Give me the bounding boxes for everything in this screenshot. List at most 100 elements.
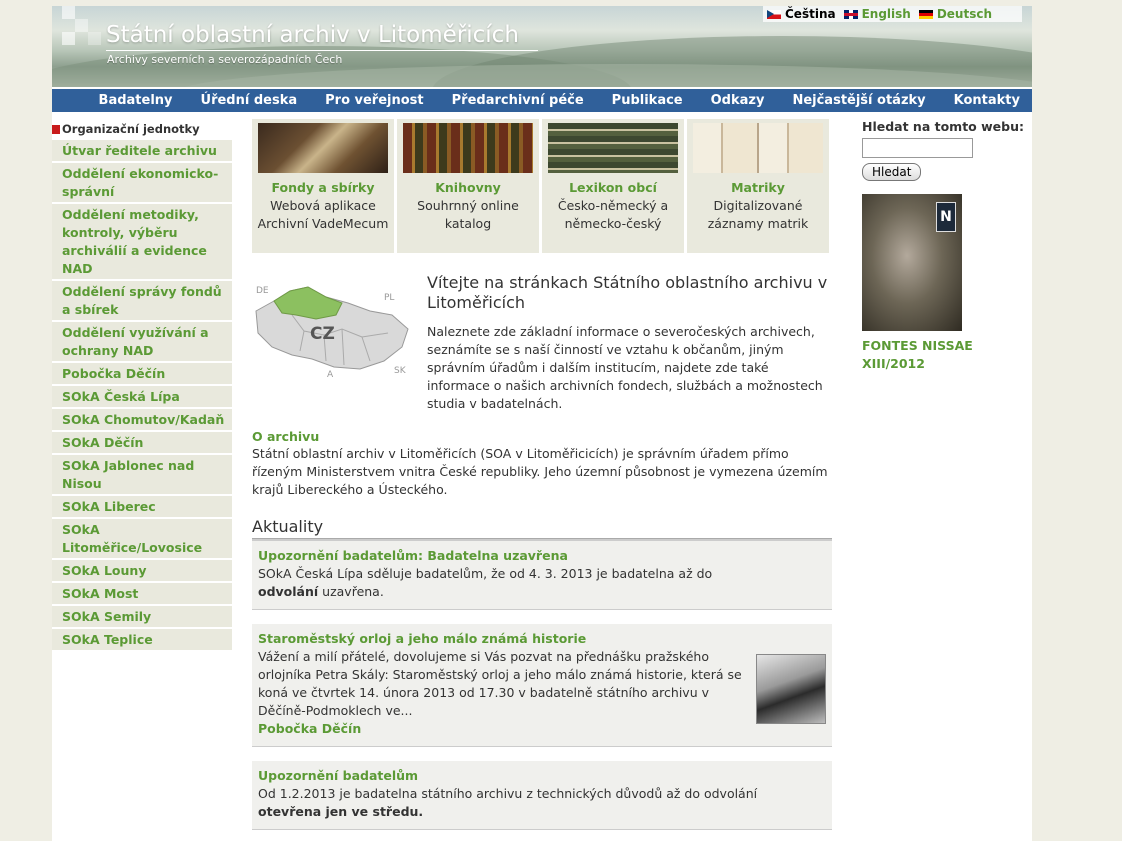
sidebar-item[interactable]: Oddělení ekonomicko-správní xyxy=(52,163,232,204)
tile-lexikon[interactable]: Lexikon obcí Česko-německý a německo-čes… xyxy=(542,119,684,253)
nav-uredni-deska[interactable]: Úřední deska xyxy=(201,93,298,108)
nav-odkazy[interactable]: Odkazy xyxy=(711,93,765,108)
sidebar-heading: Organizační jednotky xyxy=(52,119,232,140)
news-title[interactable]: Upozornění badatelům: Badatelna uzavřena xyxy=(258,547,826,565)
main-nav: Badatelny Úřední deska Pro veřejnost Pře… xyxy=(52,89,1032,112)
logo-square xyxy=(62,6,75,19)
page: Státní oblastní archiv v Litoměřicích Ar… xyxy=(52,6,1032,841)
czech-map-image[interactable]: DE PL CZ A SK xyxy=(252,281,412,381)
tile-fondy[interactable]: Fondy a sbírky Webová aplikace Archivní … xyxy=(252,119,394,253)
lang-english[interactable]: English xyxy=(843,7,911,21)
news-text: Od 1.2.2013 je badatelna státního archiv… xyxy=(258,786,758,819)
header-banner: Státní oblastní archiv v Litoměřicích Ar… xyxy=(52,6,1032,87)
sidebar-heading-label: Organizační jednotky xyxy=(62,122,200,136)
news-bold: otevřena jen ve středu. xyxy=(258,804,424,819)
map-label-sk: SK xyxy=(394,366,407,376)
about-text: Státní oblastní archiv v Litoměřicích (S… xyxy=(252,446,828,497)
logo-square xyxy=(88,32,101,45)
site-title[interactable]: Státní oblastní archiv v Litoměřicích xyxy=(106,22,519,48)
book-logo-icon: N xyxy=(936,202,956,232)
lang-label: Čeština xyxy=(785,7,836,21)
flag-de-icon xyxy=(918,9,933,19)
sidebar-item[interactable]: SOkA Česká Lípa xyxy=(52,386,232,409)
sidebar-item[interactable]: Pobočka Děčín xyxy=(52,363,232,386)
news-title[interactable]: Staroměstský orloj a jeho málo známá his… xyxy=(258,630,742,648)
lang-czech[interactable]: Čeština xyxy=(767,7,836,21)
news-heading: Aktuality xyxy=(252,517,832,539)
bullet-icon xyxy=(52,124,60,134)
right-column: Hledat na tomto webu: Hledat N FONTES NI… xyxy=(862,119,1032,373)
news-item: Upozornění badatelům: Badatelna uzavřena… xyxy=(252,541,832,610)
welcome-text: Naleznete zde základní informace o sever… xyxy=(427,324,823,411)
title-underline xyxy=(106,50,538,51)
news-list: Upozornění badatelům: Badatelna uzavřena… xyxy=(252,539,832,830)
sidebar-item[interactable]: Oddělení metodiky, kontroly, výběru arch… xyxy=(52,204,232,281)
tiles: Fondy a sbírky Webová aplikace Archivní … xyxy=(252,119,832,253)
news-item: Upozornění badatelům Od 1.2.2013 je bada… xyxy=(252,761,832,830)
news-text: Vážení a milí přátelé, dovolujeme si Vás… xyxy=(258,649,742,718)
search-input[interactable] xyxy=(862,138,973,158)
tile-desc: Digitalizované záznamy matrik xyxy=(707,198,809,231)
sidebar-item[interactable]: Oddělení využívání a ochrany NAD xyxy=(52,322,232,363)
map-label-cz: CZ xyxy=(310,324,335,344)
tile-image[interactable] xyxy=(258,123,388,173)
book-cover-image[interactable]: N xyxy=(862,194,962,331)
sidebar-item[interactable]: SOkA Semily xyxy=(52,606,232,629)
sidebar-item[interactable]: SOkA Chomutov/Kadaň xyxy=(52,409,232,432)
sidebar-item[interactable]: Oddělení správy fondů a sbírek xyxy=(52,281,232,322)
news-item: Staroměstský orloj a jeho málo známá his… xyxy=(252,624,832,747)
welcome-section: DE PL CZ A SK Vítejte na stránkach Státn… xyxy=(252,269,832,421)
news-thumbnail-image[interactable] xyxy=(756,654,826,724)
map-label-a: A xyxy=(327,370,334,380)
sidebar: Organizační jednotky Útvar ředitele arch… xyxy=(52,119,232,652)
map-label-de: DE xyxy=(256,286,269,296)
news-text: SOkA Česká Lípa sděluje badatelům, že od… xyxy=(258,566,713,599)
map-label-pl: PL xyxy=(384,293,394,303)
nav-publikace[interactable]: Publikace xyxy=(612,93,683,108)
tile-image[interactable] xyxy=(403,123,533,173)
site-subtitle: Archivy severních a severozápadních Čech xyxy=(107,53,343,66)
sidebar-item[interactable]: SOkA Děčín xyxy=(52,432,232,455)
welcome-title: Vítejte na stránkach Státního oblastního… xyxy=(427,273,828,312)
logo-square xyxy=(75,19,88,32)
nav-predarchivni-pece[interactable]: Předarchivní péče xyxy=(452,93,584,108)
flag-uk-icon xyxy=(843,9,858,19)
main-content: Fondy a sbírky Webová aplikace Archivní … xyxy=(252,119,832,841)
tile-title[interactable]: Matriky xyxy=(687,179,829,197)
sidebar-item[interactable]: SOkA Liberec xyxy=(52,496,232,519)
lang-german[interactable]: Deutsch xyxy=(918,7,993,21)
lang-label: Deutsch xyxy=(936,7,993,21)
tile-desc: Webová aplikace Archivní VadeMecum xyxy=(257,198,389,231)
search-label: Hledat na tomto webu: xyxy=(862,119,1024,134)
sidebar-item[interactable]: SOkA Teplice xyxy=(52,629,232,652)
tile-title[interactable]: Knihovny xyxy=(397,179,539,197)
nav-pro-verejnost[interactable]: Pro veřejnost xyxy=(325,93,424,108)
tile-desc: Souhrnný online katalog xyxy=(417,198,519,231)
logo-square xyxy=(62,32,75,45)
flag-cz-icon xyxy=(767,9,781,19)
about-section: O archivu Státní oblastní archiv v Litom… xyxy=(252,429,832,499)
news-title[interactable]: Upozornění badatelům xyxy=(258,767,826,785)
news-bold: odvolání xyxy=(258,584,319,599)
lang-label: English xyxy=(861,7,911,21)
tile-knihovny[interactable]: Knihovny Souhrnný online katalog xyxy=(397,119,539,253)
book-title-link[interactable]: FONTES NISSAE XIII/2012 xyxy=(862,337,1032,373)
tile-desc: Česko-německý a německo-český xyxy=(557,198,669,231)
tile-title[interactable]: Lexikon obcí xyxy=(542,179,684,197)
nav-faq[interactable]: Nejčastější otázky xyxy=(792,93,925,108)
language-bar: Čeština English Deutsch xyxy=(763,6,1022,22)
sidebar-item[interactable]: Útvar ředitele archivu xyxy=(52,140,232,163)
news-source-link[interactable]: Pobočka Děčín xyxy=(258,720,742,738)
nav-badatelny[interactable]: Badatelny xyxy=(99,93,173,108)
tile-image[interactable] xyxy=(693,123,823,173)
about-title[interactable]: O archivu xyxy=(252,429,832,445)
tile-image[interactable] xyxy=(548,123,678,173)
sidebar-item[interactable]: SOkA Jablonec nad Nisou xyxy=(52,455,232,496)
sidebar-item[interactable]: SOkA Most xyxy=(52,583,232,606)
search-button[interactable]: Hledat xyxy=(862,163,922,181)
tile-title[interactable]: Fondy a sbírky xyxy=(252,179,394,197)
nav-kontakty[interactable]: Kontakty xyxy=(954,93,1020,108)
sidebar-item[interactable]: SOkA Louny xyxy=(52,560,232,583)
tile-matriky[interactable]: Matriky Digitalizované záznamy matrik xyxy=(687,119,829,253)
sidebar-item[interactable]: SOkA Litoměřice/Lovosice xyxy=(52,519,232,560)
